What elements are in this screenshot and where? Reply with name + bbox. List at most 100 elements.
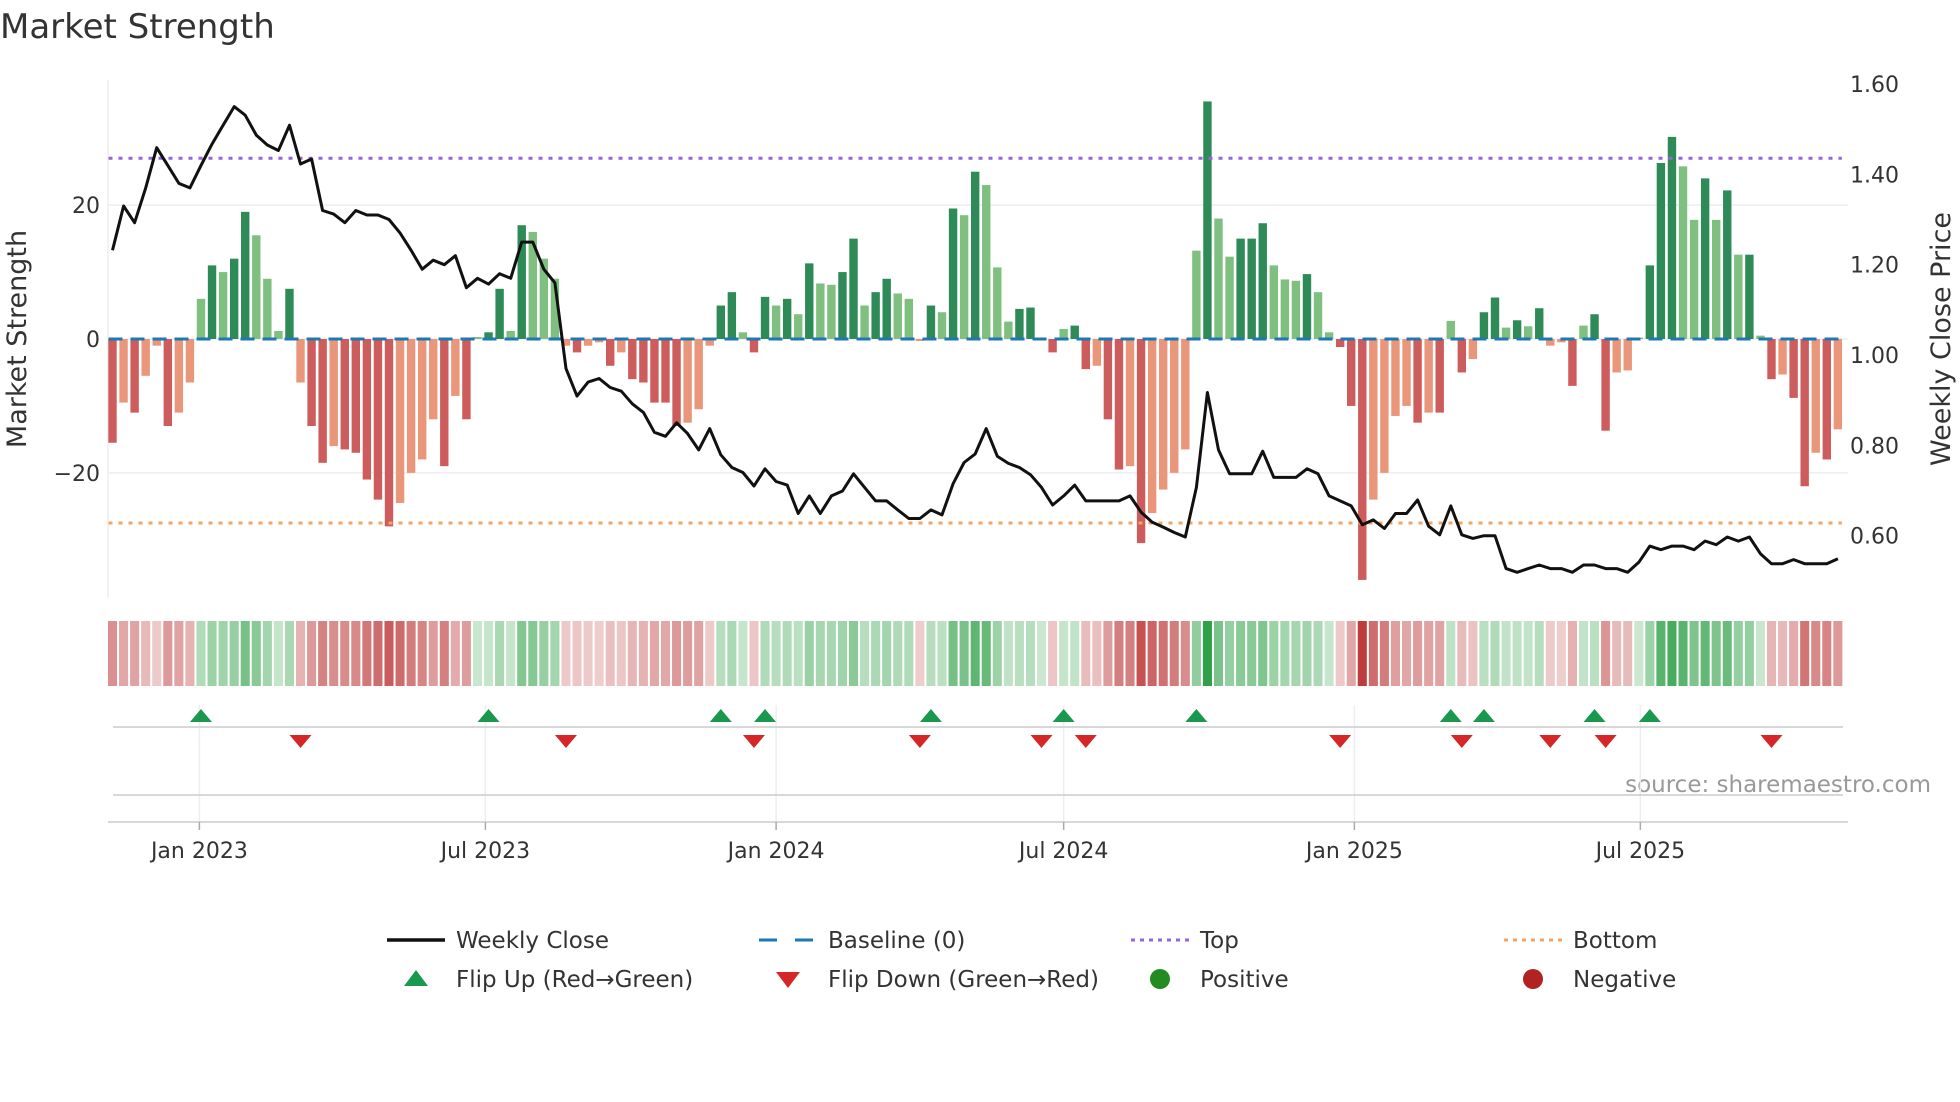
- strip-cell: [1225, 621, 1235, 686]
- strip-cell: [1744, 621, 1754, 686]
- strength-bar: [1081, 339, 1090, 370]
- strip-cell: [384, 621, 394, 686]
- strip-cell: [1136, 621, 1146, 686]
- strip-cell: [627, 621, 637, 686]
- strength-bar: [1413, 339, 1422, 423]
- strength-bar: [318, 339, 327, 463]
- strength-bar: [241, 211, 250, 339]
- strip-cell: [461, 621, 471, 686]
- flip-up-marker: [1185, 709, 1208, 722]
- strip-cell: [174, 621, 184, 686]
- strength-bar: [252, 235, 261, 339]
- strength-bar: [1026, 307, 1035, 339]
- strip-cell: [1059, 621, 1069, 686]
- strip-cell: [1236, 621, 1246, 686]
- x-tick-label: Jan 2024: [726, 839, 825, 864]
- strength-bar: [1700, 178, 1710, 339]
- flip-down-marker: [1329, 735, 1352, 748]
- strip-cell: [1291, 621, 1301, 686]
- strength-bar: [639, 339, 648, 383]
- strip-cell: [1755, 621, 1765, 686]
- strength-bar: [771, 305, 781, 339]
- strength-bar: [1535, 308, 1544, 339]
- strength-bar: [1347, 339, 1356, 406]
- strength-bar: [495, 288, 504, 339]
- strip-cell: [284, 621, 294, 686]
- strip-cell: [660, 621, 671, 686]
- x-tick-label: Jul 2025: [1594, 839, 1686, 864]
- strength-bar: [959, 215, 969, 339]
- strip-cell: [992, 621, 1002, 686]
- strength-bar: [451, 339, 460, 396]
- flip-up-marker: [709, 709, 732, 722]
- strength-bar: [716, 305, 725, 339]
- strip-cell: [727, 621, 737, 686]
- strip-cell: [959, 621, 969, 686]
- strip-cell: [1733, 621, 1743, 686]
- strength-bar: [650, 339, 659, 403]
- strip-cell: [1280, 621, 1290, 686]
- strength-bar: [937, 312, 947, 339]
- strip-cell: [1645, 621, 1655, 686]
- flip-up-marker: [754, 709, 777, 722]
- strip-cell: [1590, 621, 1600, 686]
- strength-bar: [285, 288, 294, 339]
- strip-cell: [716, 621, 726, 686]
- strip-cell: [428, 621, 438, 686]
- strip-cell: [1711, 621, 1721, 686]
- strip-cell: [1213, 621, 1224, 686]
- strip-cell: [970, 621, 980, 686]
- strip-cell: [273, 621, 283, 686]
- strength-bar: [351, 339, 361, 453]
- flip-down-marker: [1539, 735, 1562, 748]
- strength-bar: [163, 339, 172, 427]
- strip-cell: [1634, 621, 1644, 686]
- strip-cell: [1413, 621, 1423, 686]
- strip-cell: [1490, 621, 1500, 686]
- strength-bar: [362, 339, 372, 480]
- strength-bar: [1225, 256, 1234, 339]
- strength-bar: [993, 267, 1002, 339]
- y2-tick-label: 0.60: [1850, 525, 1899, 550]
- strength-bar: [572, 339, 582, 353]
- strength-bar: [1092, 339, 1102, 366]
- strip-cell: [1601, 621, 1611, 686]
- strength-bar: [1468, 339, 1478, 360]
- strength-bar: [727, 292, 737, 339]
- strength-bar: [1147, 339, 1157, 514]
- strip-cell: [1567, 621, 1577, 686]
- strength-bar: [860, 305, 869, 339]
- strength-bar: [1236, 238, 1245, 339]
- strip-cell: [119, 621, 129, 686]
- strength-bar: [1579, 325, 1588, 339]
- strip-cell: [1833, 621, 1843, 686]
- legend-label: Weekly Close: [456, 928, 609, 954]
- strength-bar: [429, 339, 438, 420]
- legend-item-baseline: Baseline (0): [759, 928, 965, 954]
- strength-bar: [583, 339, 593, 346]
- strip-cell: [439, 621, 449, 686]
- strip-cell: [981, 621, 991, 686]
- strength-bar: [672, 339, 681, 427]
- strip-cell: [1202, 621, 1212, 686]
- strength-bar: [384, 339, 394, 527]
- strip-cell: [694, 621, 704, 686]
- legend-item-negative: Negative: [1523, 967, 1676, 993]
- strip-cell: [152, 621, 162, 686]
- strength-bar: [1457, 339, 1467, 373]
- strip-cell: [848, 621, 859, 686]
- strength-bar: [229, 258, 239, 339]
- strip-cell: [1368, 621, 1378, 686]
- legend-item-close: Weekly Close: [387, 928, 609, 954]
- strip-cell: [1667, 621, 1677, 686]
- strip-cell: [1180, 621, 1190, 686]
- source-note: source: sharemaestro.com: [1625, 772, 1931, 798]
- strength-bar: [827, 284, 836, 339]
- flip-markers-panel: [113, 705, 1843, 822]
- strip-cell: [1014, 621, 1024, 686]
- strip-cell: [107, 621, 118, 686]
- strength-bar: [1391, 339, 1400, 416]
- strength-bar: [1424, 339, 1433, 413]
- strength-bar: [406, 339, 416, 473]
- strength-bar: [462, 339, 471, 420]
